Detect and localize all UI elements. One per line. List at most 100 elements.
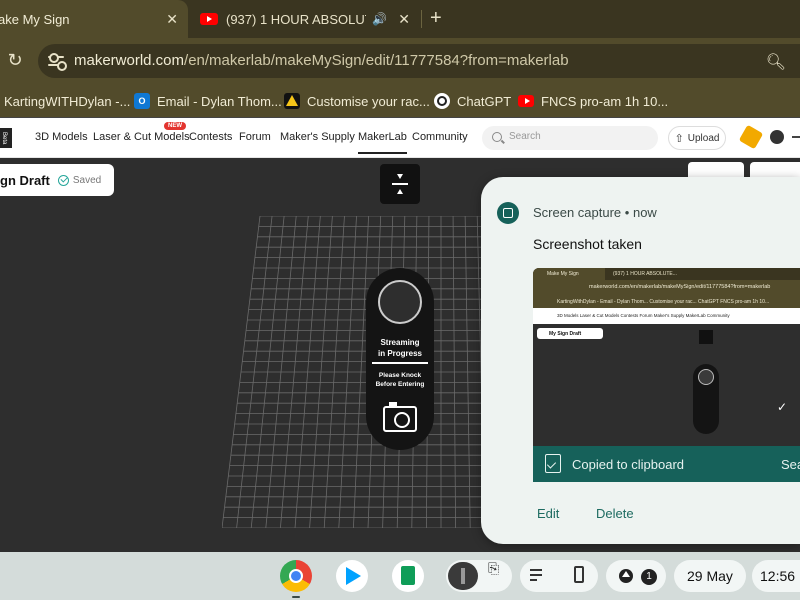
sign-divider: [372, 362, 428, 364]
outlook-icon: O: [134, 93, 150, 109]
time-text[interactable]: 12:56: [760, 568, 795, 584]
thumb-tab-strip: Make My Sign (937) 1 HOUR ABSOLUTE...: [533, 268, 800, 280]
upload-icon: ⇧: [674, 132, 684, 145]
zoom-icon[interactable]: 🔍︎: [766, 52, 786, 72]
tab-strip: ake My Sign ✕ (937) 1 HOUR ABSOLUTE B 🔊 …: [0, 0, 800, 38]
clipboard-icon[interactable]: ⎘: [488, 560, 499, 577]
close-tab-icon[interactable]: ✕: [166, 11, 178, 28]
thumb-editor: My Sign Draft ✓: [533, 324, 800, 446]
system-shelf: ⎘: [0, 552, 800, 600]
nav-makers-supply[interactable]: Maker's Supply: [280, 131, 355, 143]
delete-button[interactable]: Delete: [596, 506, 634, 521]
address-bar[interactable]: makerworld.com/en/makerlab/makeMySign/ed…: [38, 44, 800, 78]
points-icon[interactable]: [738, 124, 764, 150]
makerworld-logo[interactable]: [0, 128, 12, 148]
play-store-icon[interactable]: [336, 560, 368, 592]
bookmark-fncs[interactable]: FNCS pro-am 1h 10...: [518, 91, 668, 111]
sign-text-streaming[interactable]: Streaming: [366, 338, 434, 347]
thumb-draft-title: My Sign Draft: [537, 328, 603, 339]
warning-icon: [284, 93, 300, 109]
clipboard-bar: Copied to clipboard Sea: [533, 446, 800, 482]
nav-contests[interactable]: Contests: [189, 131, 232, 143]
sign-text-in-progress[interactable]: in Progress: [366, 349, 434, 358]
check-icon: ✓: [777, 400, 788, 414]
message-icon[interactable]: [770, 130, 784, 144]
edit-button[interactable]: Edit: [537, 506, 559, 521]
bookmark-label: FNCS pro-am 1h 10...: [541, 93, 669, 109]
hanger-hole: [378, 280, 422, 324]
site-nav: 3D Models Laser & Cut Models NEW Contest…: [0, 118, 800, 158]
thumb-tab-title-2: (937) 1 HOUR ABSOLUTE...: [613, 271, 677, 277]
thumb-align-icon: [699, 330, 713, 344]
chrome-icon[interactable]: [280, 560, 312, 592]
phone-hub-icon[interactable]: [574, 566, 584, 583]
site-search-input[interactable]: Search: [482, 126, 658, 150]
saved-status: Saved: [72, 174, 102, 186]
thumb-site-nav: 3D Models Laser & Cut Models Contests Fo…: [533, 308, 800, 324]
upload-button[interactable]: ⇧ Upload: [668, 126, 726, 150]
notification-time: now: [632, 205, 657, 220]
speaker-icon[interactable]: 🔊: [372, 12, 387, 26]
check-circle-icon: [57, 174, 69, 186]
thumb-url: makerworld.com/en/makerlab/makeMySign/ed…: [589, 284, 771, 290]
bookmark-customise[interactable]: Customise your rac...: [284, 91, 430, 111]
new-tab-button[interactable]: +: [430, 8, 442, 28]
chatgpt-icon: [434, 93, 450, 109]
thumb-toolbar: makerworld.com/en/makerlab/makeMySign/ed…: [533, 280, 800, 296]
upload-status-icon[interactable]: [619, 569, 633, 583]
tasks-icon[interactable]: [530, 568, 544, 582]
bookmark-label: Email - Dylan Thom...: [157, 93, 282, 109]
menu-icon[interactable]: [792, 128, 800, 146]
nav-laser-cut-models[interactable]: Laser & Cut Models: [93, 131, 190, 143]
running-indicator: [292, 596, 300, 598]
notification-separator: •: [624, 205, 633, 220]
notification-source: Screen capture • now: [533, 205, 657, 220]
nav-community[interactable]: Community: [412, 131, 468, 143]
bookmark-label: ChatGPT: [457, 93, 512, 109]
align-center-button[interactable]: [380, 164, 420, 204]
url-text[interactable]: makerworld.com/en/makerlab/makeMySign/ed…: [74, 52, 569, 69]
nav-makerlab[interactable]: MakerLab: [358, 131, 407, 154]
align-vertical-icon: [392, 174, 408, 194]
youtube-icon: [200, 13, 218, 25]
clipboard-check-icon: [545, 454, 561, 473]
bookmarks-bar: KartingWITHDylan -... O Email - Dylan Th…: [0, 84, 800, 118]
notification-title: Screenshot taken: [533, 236, 642, 252]
bookmark-label: Customise your rac...: [307, 93, 430, 109]
youtube-icon: [518, 95, 534, 107]
nav-3d-models[interactable]: 3D Models: [35, 131, 88, 143]
bookmark-karting[interactable]: KartingWITHDylan -...: [4, 91, 130, 111]
site-settings-icon[interactable]: [46, 51, 67, 71]
door-sign-model[interactable]: Streaming in Progress Please Knock Befor…: [366, 268, 434, 450]
url-domain: makerworld.com: [74, 52, 185, 69]
camera-icon: [383, 402, 417, 432]
tab-title: ake My Sign: [0, 11, 70, 27]
bookmark-email[interactable]: O Email - Dylan Thom...: [134, 91, 282, 111]
draft-title: gn Draft: [0, 172, 50, 188]
search-image-button[interactable]: Sea: [781, 457, 800, 472]
search-placeholder: Search: [509, 131, 541, 142]
screen-capture-icon: [497, 202, 519, 224]
stylus-icon[interactable]: [448, 562, 478, 590]
sign-text-please-knock[interactable]: Please Knock: [366, 372, 434, 379]
reload-icon[interactable]: ↻: [4, 49, 26, 71]
thumb-sign: [693, 364, 719, 434]
sheets-icon[interactable]: [392, 560, 424, 592]
tab-separator: [421, 10, 422, 28]
tab-make-my-sign[interactable]: ake My Sign ✕: [0, 0, 188, 38]
screenshot-thumbnail[interactable]: Make My Sign (937) 1 HOUR ABSOLUTE... ma…: [533, 268, 800, 482]
draft-name-chip[interactable]: gn Draft Saved: [0, 164, 114, 196]
thumb-bookmarks: KartingWithDylan - Email - Dylan Thom...…: [533, 296, 800, 308]
tab-youtube[interactable]: (937) 1 HOUR ABSOLUTE B 🔊 ✕: [192, 0, 420, 38]
nav-forum[interactable]: Forum: [239, 131, 271, 143]
close-tab-icon[interactable]: ✕: [398, 11, 410, 28]
screenshot-notification[interactable]: Screen capture • now Screenshot taken Ma…: [481, 177, 800, 544]
notification-app-name: Screen capture: [533, 205, 622, 220]
url-path: /en/makerlab/makeMySign/edit/11777584?fr…: [184, 52, 569, 69]
sign-text-before-entering[interactable]: Before Entering: [366, 381, 434, 388]
date-text[interactable]: 29 May: [687, 568, 733, 584]
notification-count-badge[interactable]: 1: [641, 569, 657, 585]
clipboard-status: Copied to clipboard: [572, 457, 685, 472]
bookmark-chatgpt[interactable]: ChatGPT: [434, 91, 511, 111]
status-pill[interactable]: [606, 560, 666, 592]
